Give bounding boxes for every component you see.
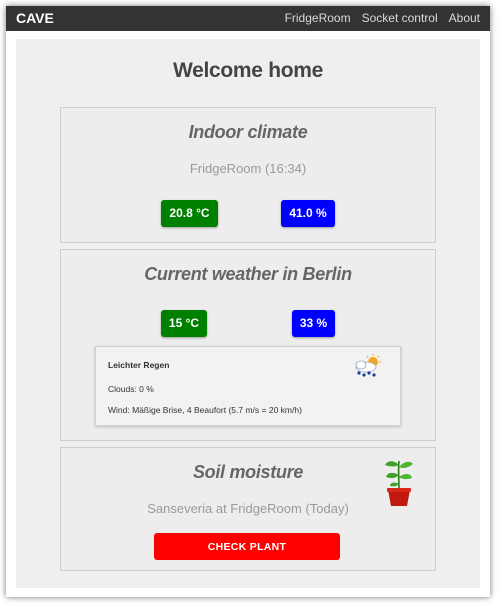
light-rain-icon <box>355 354 381 377</box>
weather-wind: Wind: Mäßige Brise, 4 Beaufort (5.7 m/s … <box>108 405 302 415</box>
weather-card: Current weather in Berlin 15 °C 33 % Lei… <box>60 249 436 441</box>
main-content: Welcome home Indoor climate FridgeRoom (… <box>16 39 480 588</box>
indoor-humidity-badge: 41.0 % <box>281 200 335 227</box>
weather-description: Leichter Regen <box>108 360 170 370</box>
brand-logo[interactable]: CAVE <box>16 10 54 26</box>
weather-humidity-badge: 33 % <box>292 310 335 337</box>
indoor-temperature-badge: 20.8 °C <box>161 200 218 227</box>
soil-moisture-card: Soil moisture Sanseveria at FridgeRoom (… <box>60 447 436 571</box>
soil-plant-label: Sanseveria at FridgeRoom (Today) <box>147 501 349 516</box>
weather-title: Current weather in Berlin <box>144 264 352 284</box>
page-title: Welcome home <box>172 59 324 82</box>
nav-links: FridgeRoom Socket control About <box>274 11 480 25</box>
weather-details-box: Leichter Regen Clouds: 0 % Wind: Mäßige … <box>95 346 401 426</box>
check-plant-button[interactable]: CHECK PLANT <box>154 533 340 560</box>
weather-clouds: Clouds: 0 % <box>108 384 154 394</box>
indoor-climate-title: Indoor climate <box>188 122 308 142</box>
nav-link-about[interactable]: About <box>449 11 480 25</box>
indoor-climate-card: Indoor climate FridgeRoom (16:34) 20.8 °… <box>60 107 436 243</box>
nav-link-fridgeroom[interactable]: FridgeRoom <box>285 11 351 25</box>
navbar: CAVE FridgeRoom Socket control About <box>6 6 490 31</box>
weather-temperature-badge: 15 °C <box>161 310 207 337</box>
app-window: CAVE FridgeRoom Socket control About Wel… <box>6 6 490 597</box>
nav-link-socket-control[interactable]: Socket control <box>362 11 438 25</box>
potted-plant-icon <box>385 460 413 506</box>
soil-moisture-title: Soil moisture <box>192 462 304 482</box>
indoor-location: FridgeRoom (16:34) <box>189 161 307 176</box>
